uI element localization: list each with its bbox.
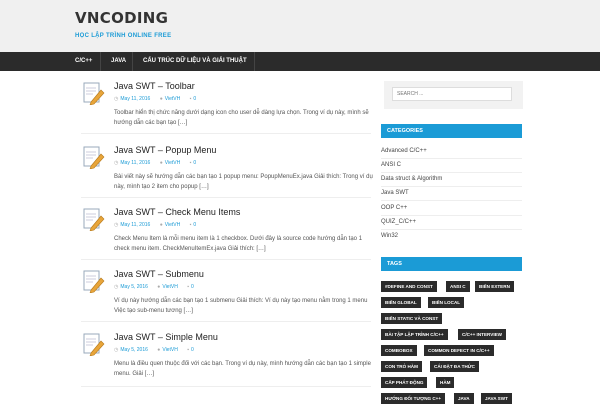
tag-item[interactable]: CÁI ĐẶT ĐA THỨC bbox=[430, 361, 479, 372]
post-divider bbox=[81, 133, 371, 134]
post-author[interactable]: VietVH bbox=[165, 222, 180, 228]
site-description: HỌC LẬP TRÌNH ONLINE FREE bbox=[75, 33, 172, 39]
post-divider bbox=[81, 386, 371, 387]
post-comments[interactable]: 0 bbox=[193, 160, 196, 166]
post-comments[interactable]: 0 bbox=[191, 284, 194, 290]
post-excerpt: Check Menu Item là mỗi menu item là 1 ch… bbox=[114, 236, 363, 252]
tag-item[interactable]: CẤP PHÁT ĐỘNG bbox=[381, 377, 428, 388]
post-comments[interactable]: 0 bbox=[191, 347, 194, 353]
tag-item[interactable]: ANSI C bbox=[446, 281, 470, 292]
nav-separator bbox=[132, 52, 133, 71]
nav-separator bbox=[100, 52, 101, 71]
category-divider bbox=[381, 229, 522, 230]
post-excerpt: Menu là điều quen thuộc đối với các bạn.… bbox=[114, 361, 371, 377]
post-meta: ◷ May 11, 2016 ● VietVH ▪ 0 bbox=[114, 96, 204, 102]
category-item[interactable]: Win32 bbox=[381, 233, 522, 239]
category-item[interactable]: Java SWT bbox=[381, 190, 522, 196]
tag-item[interactable]: BIẾN GLOBAL bbox=[381, 297, 421, 308]
category-item[interactable]: OOP C++ bbox=[381, 205, 522, 211]
post-divider bbox=[81, 197, 371, 198]
category-divider bbox=[381, 215, 522, 216]
post-date[interactable]: May 11, 2016 bbox=[120, 96, 150, 102]
post-meta: ◷ May 5, 2016 ● VietVH ▪ 0 bbox=[114, 284, 202, 290]
post-divider bbox=[81, 259, 371, 260]
tag-item[interactable]: COMBOBOX bbox=[381, 345, 417, 356]
tag-item[interactable]: C/C++ INTERVIEW bbox=[458, 329, 506, 340]
site-title[interactable]: VNCODING bbox=[75, 9, 168, 27]
user-icon: ● bbox=[159, 160, 163, 166]
site-header: VNCODING HỌC LẬP TRÌNH ONLINE FREE bbox=[0, 0, 600, 53]
clock-icon: ◷ bbox=[114, 347, 119, 353]
post-date[interactable]: May 5, 2016 bbox=[120, 347, 148, 353]
post-title[interactable]: Java SWT – Check Menu Items bbox=[114, 207, 240, 217]
comment-icon: ▪ bbox=[189, 160, 192, 166]
document-edit-icon bbox=[83, 270, 105, 293]
tag-item[interactable]: BÀI TẬP LẬP TRÌNH C/C++ bbox=[381, 329, 448, 340]
tags-title: TAGS bbox=[381, 257, 522, 271]
post-title[interactable]: Java SWT – Popup Menu bbox=[114, 145, 216, 155]
category-divider bbox=[381, 186, 522, 187]
post-date[interactable]: May 11, 2016 bbox=[120, 222, 150, 228]
document-edit-icon bbox=[83, 333, 105, 356]
post-divider bbox=[81, 321, 371, 322]
main-nav: C/C++ JAVA CẤU TRÚC DỮ LIỆU VÀ GIẢI THUẬ… bbox=[0, 52, 600, 71]
post-title[interactable]: Java SWT – Simple Menu bbox=[114, 332, 218, 342]
category-item[interactable]: ANSI C bbox=[381, 162, 522, 168]
clock-icon: ◷ bbox=[114, 222, 119, 228]
post-title[interactable]: Java SWT – Toolbar bbox=[114, 81, 195, 91]
post-date[interactable]: May 5, 2016 bbox=[120, 284, 148, 290]
post-date[interactable]: May 11, 2016 bbox=[120, 160, 150, 166]
comment-icon: ▪ bbox=[189, 222, 192, 228]
comment-icon: ▪ bbox=[187, 347, 189, 353]
post-excerpt: Toolbar hiển thị chức năng dưới dạng ico… bbox=[114, 110, 369, 126]
document-edit-icon bbox=[83, 208, 105, 231]
comment-icon: ▪ bbox=[189, 96, 192, 102]
post-excerpt: Ví dụ này hướng dẫn các bạn tạo 1 submen… bbox=[114, 298, 368, 314]
comment-icon: ▪ bbox=[187, 284, 189, 290]
tag-item[interactable]: BIẾN EXTERN bbox=[475, 281, 514, 292]
user-icon: ● bbox=[157, 284, 161, 290]
post-author[interactable]: VietVH bbox=[162, 347, 177, 353]
post-author[interactable]: VietVH bbox=[165, 160, 180, 166]
nav-separator bbox=[254, 52, 255, 71]
category-divider bbox=[381, 172, 522, 173]
user-icon: ● bbox=[157, 347, 161, 353]
post-title[interactable]: Java SWT – Submenu bbox=[114, 269, 204, 279]
post-meta: ◷ May 11, 2016 ● VietVH ▪ 0 bbox=[114, 160, 204, 166]
user-icon: ● bbox=[159, 222, 163, 228]
nav-item-cpp[interactable]: C/C++ bbox=[75, 52, 92, 71]
category-item[interactable]: QUIZ_C/C++ bbox=[381, 219, 522, 225]
tag-item[interactable]: #DEFINE AND CONST bbox=[381, 281, 437, 292]
category-divider bbox=[381, 158, 522, 159]
category-item[interactable]: Data struct & Algorithm bbox=[381, 176, 522, 182]
tag-item[interactable]: JAVA bbox=[454, 393, 474, 404]
post-meta: ◷ May 5, 2016 ● VietVH ▪ 0 bbox=[114, 347, 202, 353]
post-comments[interactable]: 0 bbox=[193, 222, 196, 228]
nav-item-java[interactable]: JAVA bbox=[111, 52, 126, 71]
document-edit-icon bbox=[83, 82, 105, 105]
clock-icon: ◷ bbox=[114, 160, 119, 166]
tag-item[interactable]: HÀM bbox=[436, 377, 455, 388]
nav-item-data-structures[interactable]: CẤU TRÚC DỮ LIỆU VÀ GIẢI THUẬT bbox=[143, 52, 247, 71]
post-author[interactable]: VietVH bbox=[165, 96, 180, 102]
post-excerpt: Bài viết này sẽ hướng dẫn các bạn tạo 1 … bbox=[114, 174, 373, 190]
categories-title: CATEGORIES bbox=[381, 124, 522, 138]
tag-item[interactable]: JAVA SWT bbox=[481, 393, 512, 404]
category-item[interactable]: Advanced C/C++ bbox=[381, 148, 522, 154]
post-meta: ◷ May 11, 2016 ● VietVH ▪ 0 bbox=[114, 222, 204, 228]
tag-item[interactable]: COMMON DEFECT IN C/C++ bbox=[424, 345, 494, 356]
search-widget bbox=[384, 81, 523, 109]
tag-item[interactable]: CON TRỎ HÀM bbox=[381, 361, 422, 372]
post-comments[interactable]: 0 bbox=[193, 96, 196, 102]
tag-item[interactable]: BIẾN STATIC VÀ CONST bbox=[381, 313, 443, 324]
search-input[interactable] bbox=[392, 87, 512, 101]
category-divider bbox=[381, 200, 522, 201]
post-author[interactable]: VietVH bbox=[162, 284, 177, 290]
document-edit-icon bbox=[83, 146, 105, 169]
user-icon: ● bbox=[159, 96, 163, 102]
tag-item[interactable]: HƯỚNG ĐỐI TƯỢNG C++ bbox=[381, 393, 446, 404]
clock-icon: ◷ bbox=[114, 284, 119, 290]
clock-icon: ◷ bbox=[114, 96, 119, 102]
tag-item[interactable]: BIẾN LOCAL bbox=[428, 297, 465, 308]
